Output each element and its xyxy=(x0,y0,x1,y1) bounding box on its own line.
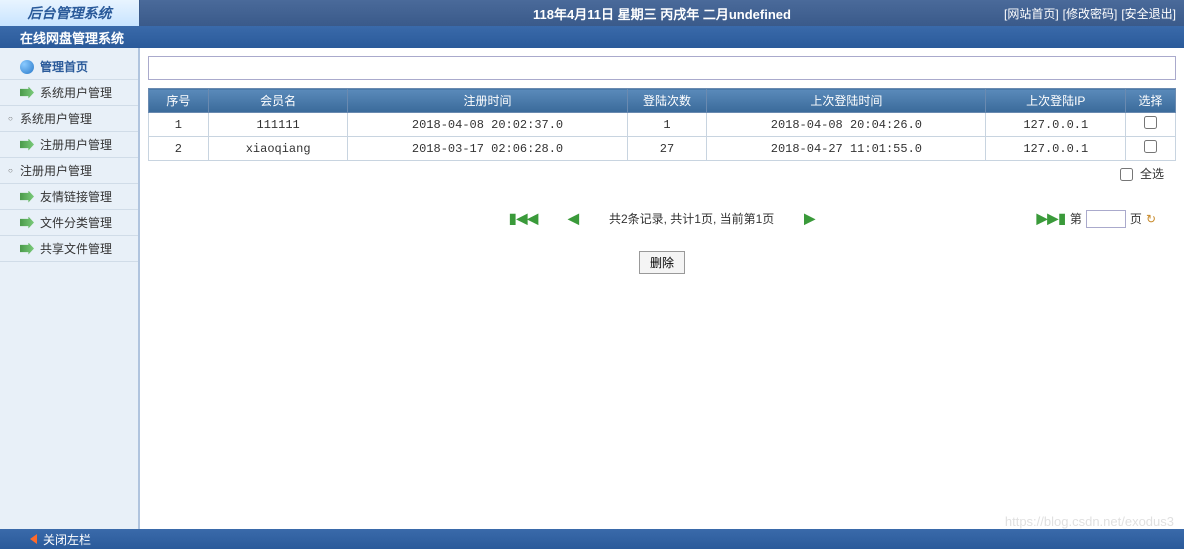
sidebar-item-label: 管理首页 xyxy=(40,58,88,75)
sidebar-item-label: 注册用户管理 xyxy=(20,162,92,179)
col-regtime: 注册时间 xyxy=(348,89,627,113)
collapse-icon[interactable] xyxy=(30,534,37,544)
page-suffix: 页 xyxy=(1130,210,1142,227)
table-row: 1 111111 2018-04-08 20:02:37.0 1 2018-04… xyxy=(149,113,1176,137)
select-all-checkbox[interactable] xyxy=(1120,168,1133,181)
cell-select xyxy=(1126,113,1176,137)
user-table: 序号 会员名 注册时间 登陆次数 上次登陆时间 上次登陆IP 选择 1 1111… xyxy=(148,88,1176,161)
sidebar-item-label: 文件分类管理 xyxy=(40,214,112,231)
sidebar-item-label: 共享文件管理 xyxy=(40,240,112,257)
prev-page-icon[interactable]: ◀ xyxy=(568,210,579,227)
cell-name: 111111 xyxy=(208,113,348,137)
sidebar-item-sysuser[interactable]: 系统用户管理 xyxy=(0,80,138,106)
sidebar-item-home[interactable]: 管理首页 xyxy=(0,54,138,80)
logo: 后台管理系统 xyxy=(0,0,140,26)
arrow-icon xyxy=(20,139,34,151)
close-sidebar-link[interactable]: 关闭左栏 xyxy=(43,531,91,548)
cell-select xyxy=(1126,137,1176,161)
pager-info: 共2条记录, 共计1页, 当前第1页 xyxy=(609,210,774,227)
pager: ▮◀◀ ◀ 共2条记录, 共计1页, 当前第1页 ▶ ▶▶▮ 第 页 ↻ xyxy=(148,206,1176,231)
first-page-icon[interactable]: ▮◀◀ xyxy=(509,210,538,227)
sidebar-item-sysuser-sub[interactable]: 系统用户管理 xyxy=(0,106,138,132)
page-prefix: 第 xyxy=(1070,210,1082,227)
watermark: https://blog.csdn.net/exodus3 xyxy=(1005,514,1174,529)
logout-link[interactable]: [安全退出] xyxy=(1121,5,1176,22)
system-title: 在线网盘管理系统 xyxy=(20,28,124,47)
cell-index: 2 xyxy=(149,137,209,161)
col-count: 登陆次数 xyxy=(627,89,707,113)
cell-regtime: 2018-04-08 20:02:37.0 xyxy=(348,113,627,137)
last-page-icon[interactable]: ▶▶▮ xyxy=(1037,210,1066,227)
top-bar: 后台管理系统 118年4月11日 星期三 丙戌年 二月undefined [网站… xyxy=(0,0,1184,26)
site-home-link[interactable]: [网站首页] xyxy=(1004,5,1059,22)
col-ip: 上次登陆IP xyxy=(986,89,1126,113)
sidebar-item-reguser[interactable]: 注册用户管理 xyxy=(0,132,138,158)
sidebar-item-links[interactable]: 友情链接管理 xyxy=(0,184,138,210)
arrow-icon xyxy=(20,87,34,99)
col-name: 会员名 xyxy=(208,89,348,113)
globe-icon xyxy=(20,60,34,74)
arrow-icon xyxy=(20,243,34,255)
cell-lasttime: 2018-04-08 20:04:26.0 xyxy=(707,113,986,137)
page-input[interactable] xyxy=(1086,210,1126,228)
sidebar: 管理首页 系统用户管理 系统用户管理 注册用户管理 注册用户管理 友情链接管理 xyxy=(0,48,140,529)
cell-name: xiaoqiang xyxy=(208,137,348,161)
select-all-label: 全选 xyxy=(1140,167,1164,181)
change-password-link[interactable]: [修改密码] xyxy=(1063,5,1118,22)
delete-button[interactable]: 删除 xyxy=(639,251,685,274)
refresh-icon[interactable]: ↻ xyxy=(1146,212,1156,226)
pager-jump: ▶▶▮ 第 页 ↻ xyxy=(1037,210,1156,228)
sidebar-item-label: 友情链接管理 xyxy=(40,188,112,205)
sub-header: 在线网盘管理系统 xyxy=(0,26,1184,48)
cell-index: 1 xyxy=(149,113,209,137)
footer-bar: 关闭左栏 xyxy=(0,529,1184,549)
col-lasttime: 上次登陆时间 xyxy=(707,89,986,113)
cell-regtime: 2018-03-17 02:06:28.0 xyxy=(348,137,627,161)
col-index: 序号 xyxy=(149,89,209,113)
sidebar-item-share[interactable]: 共享文件管理 xyxy=(0,236,138,262)
cell-count: 1 xyxy=(627,113,707,137)
arrow-icon xyxy=(20,217,34,229)
search-bar[interactable] xyxy=(148,56,1176,80)
sidebar-item-label: 系统用户管理 xyxy=(20,110,92,127)
sidebar-item-label: 注册用户管理 xyxy=(40,136,112,153)
arrow-icon xyxy=(20,191,34,203)
table-header-row: 序号 会员名 注册时间 登陆次数 上次登陆时间 上次登陆IP 选择 xyxy=(149,89,1176,113)
top-links: [网站首页] [修改密码] [安全退出] xyxy=(1004,0,1176,26)
cell-ip: 127.0.0.1 xyxy=(986,137,1126,161)
select-all-row: 全选 xyxy=(148,161,1176,186)
cell-count: 27 xyxy=(627,137,707,161)
row-checkbox[interactable] xyxy=(1144,116,1157,129)
sidebar-item-label: 系统用户管理 xyxy=(40,84,112,101)
content-area: 序号 会员名 注册时间 登陆次数 上次登陆时间 上次登陆IP 选择 1 1111… xyxy=(140,48,1184,529)
row-checkbox[interactable] xyxy=(1144,140,1157,153)
action-row: 删除 xyxy=(148,251,1176,274)
sidebar-item-reguser-sub[interactable]: 注册用户管理 xyxy=(0,158,138,184)
table-row: 2 xiaoqiang 2018-03-17 02:06:28.0 27 201… xyxy=(149,137,1176,161)
cell-lasttime: 2018-04-27 11:01:55.0 xyxy=(707,137,986,161)
next-page-icon[interactable]: ▶ xyxy=(804,210,815,227)
col-select: 选择 xyxy=(1126,89,1176,113)
cell-ip: 127.0.0.1 xyxy=(986,113,1126,137)
sidebar-item-category[interactable]: 文件分类管理 xyxy=(0,210,138,236)
